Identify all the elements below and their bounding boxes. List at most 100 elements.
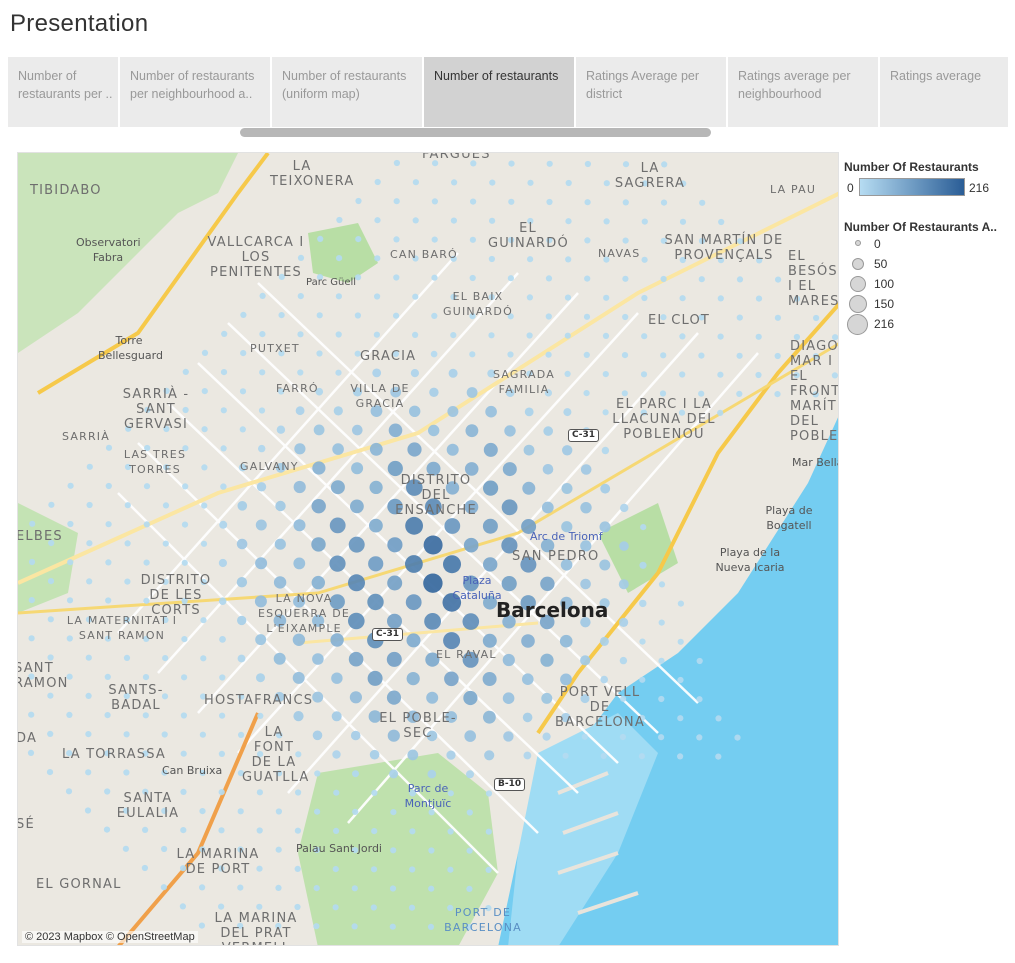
restaurant-bubble[interactable]	[431, 312, 438, 319]
restaurant-bubble[interactable]	[142, 674, 150, 681]
restaurant-bubble[interactable]	[508, 160, 515, 167]
restaurant-bubble[interactable]	[67, 520, 74, 528]
restaurant-bubble[interactable]	[466, 770, 474, 779]
restaurant-bubble[interactable]	[369, 480, 383, 494]
restaurant-bubble[interactable]	[389, 885, 397, 892]
restaurant-bubble[interactable]	[393, 198, 400, 205]
restaurant-bubble[interactable]	[104, 788, 111, 795]
restaurant-bubble[interactable]	[621, 352, 629, 359]
restaurant-bubble[interactable]	[621, 390, 628, 397]
restaurant-bubble[interactable]	[311, 575, 325, 590]
restaurant-bubble[interactable]	[736, 352, 743, 359]
restaurant-bubble[interactable]	[410, 369, 419, 378]
restaurant-bubble[interactable]	[275, 846, 282, 853]
restaurant-bubble[interactable]	[199, 808, 206, 815]
restaurant-bubble[interactable]	[293, 519, 306, 532]
restaurant-bubble[interactable]	[564, 370, 571, 377]
restaurant-bubble[interactable]	[717, 295, 724, 302]
restaurant-bubble[interactable]	[294, 903, 301, 911]
restaurant-bubble[interactable]	[450, 332, 457, 339]
restaurant-bubble[interactable]	[584, 160, 592, 168]
restaurant-bubble[interactable]	[219, 674, 226, 681]
restaurant-bubble[interactable]	[523, 751, 532, 760]
restaurant-bubble[interactable]	[312, 461, 326, 475]
restaurant-bubble[interactable]	[355, 197, 362, 205]
restaurant-bubble[interactable]	[482, 518, 498, 534]
restaurant-bubble[interactable]	[485, 405, 497, 418]
restaurant-bubble[interactable]	[332, 904, 339, 911]
restaurant-bubble[interactable]	[483, 480, 499, 496]
restaurant-bubble[interactable]	[329, 517, 346, 534]
restaurant-bubble[interactable]	[504, 425, 516, 437]
restaurant-bubble[interactable]	[66, 711, 73, 719]
restaurant-bubble[interactable]	[275, 500, 286, 512]
restaurant-bubble[interactable]	[312, 691, 324, 703]
restaurant-bubble[interactable]	[696, 657, 703, 665]
restaurant-bubble[interactable]	[218, 789, 225, 796]
restaurant-bubble[interactable]	[367, 670, 383, 686]
restaurant-bubble[interactable]	[469, 236, 476, 243]
restaurant-bubble[interactable]	[198, 922, 205, 929]
restaurant-bubble[interactable]	[239, 388, 247, 395]
restaurant-bubble[interactable]	[640, 371, 648, 378]
restaurant-bubble[interactable]	[329, 555, 346, 572]
restaurant-bubble[interactable]	[387, 537, 403, 553]
restaurant-bubble[interactable]	[774, 352, 781, 360]
restaurant-bubble[interactable]	[600, 675, 608, 684]
restaurant-bubble[interactable]	[407, 749, 419, 761]
restaurant-bubble[interactable]	[237, 501, 248, 511]
restaurant-bubble[interactable]	[123, 731, 130, 738]
restaurant-bubble[interactable]	[696, 696, 703, 703]
restaurant-bubble[interactable]	[123, 654, 131, 661]
restaurant-bubble[interactable]	[565, 179, 572, 187]
restaurant-bubble[interactable]	[641, 294, 648, 302]
restaurant-bubble[interactable]	[180, 712, 187, 719]
restaurant-bubble[interactable]	[718, 218, 725, 226]
restaurant-bubble[interactable]	[236, 577, 248, 588]
restaurant-bubble[interactable]	[641, 218, 648, 225]
restaurant-bubble[interactable]	[368, 556, 384, 572]
restaurant-bubble[interactable]	[275, 884, 282, 892]
restaurant-bubble[interactable]	[240, 311, 247, 318]
restaurant-bubble[interactable]	[774, 314, 782, 321]
restaurant-bubble[interactable]	[259, 292, 266, 299]
restaurant-bubble[interactable]	[294, 443, 306, 455]
restaurant-bubble[interactable]	[182, 368, 189, 375]
restaurant-bubble[interactable]	[161, 731, 168, 738]
restaurant-bubble[interactable]	[443, 555, 461, 574]
restaurant-bubble[interactable]	[350, 499, 364, 514]
restaurant-bubble[interactable]	[599, 636, 609, 646]
restaurant-bubble[interactable]	[677, 600, 685, 607]
restaurant-bubble[interactable]	[220, 407, 227, 414]
restaurant-bubble[interactable]	[446, 750, 456, 760]
restaurant-bubble[interactable]	[27, 749, 35, 757]
restaurant-bubble[interactable]	[393, 236, 400, 243]
restaurant-bubble[interactable]	[485, 866, 492, 874]
restaurant-bubble[interactable]	[527, 179, 534, 186]
restaurant-bubble[interactable]	[423, 573, 443, 593]
restaurant-bubble[interactable]	[86, 463, 93, 470]
restaurant-bubble[interactable]	[374, 255, 381, 262]
restaurant-bubble[interactable]	[348, 536, 365, 553]
restaurant-bubble[interactable]	[180, 827, 187, 834]
restaurant-bubble[interactable]	[599, 559, 611, 571]
restaurant-bubble[interactable]	[526, 294, 533, 301]
restaurant-bubble[interactable]	[352, 808, 359, 816]
restaurant-bubble[interactable]	[565, 256, 572, 263]
restaurant-bubble[interactable]	[734, 734, 741, 741]
restaurant-bubble[interactable]	[237, 615, 247, 626]
restaurant-bubble[interactable]	[162, 502, 170, 509]
restaurant-bubble[interactable]	[450, 217, 457, 224]
restaurant-bubble[interactable]	[502, 462, 517, 477]
restaurant-bubble[interactable]	[331, 711, 342, 722]
restaurant-bubble[interactable]	[618, 579, 629, 590]
restaurant-bubble[interactable]	[374, 293, 381, 300]
restaurant-bubble[interactable]	[67, 559, 74, 566]
restaurant-bubble[interactable]	[406, 672, 420, 686]
restaurant-bubble[interactable]	[508, 198, 515, 205]
restaurant-bubble[interactable]	[240, 350, 247, 357]
restaurant-bubble[interactable]	[658, 619, 665, 626]
restaurant-bubble[interactable]	[424, 613, 441, 630]
restaurant-bubble[interactable]	[122, 845, 129, 852]
restaurant-bubble[interactable]	[336, 255, 343, 262]
